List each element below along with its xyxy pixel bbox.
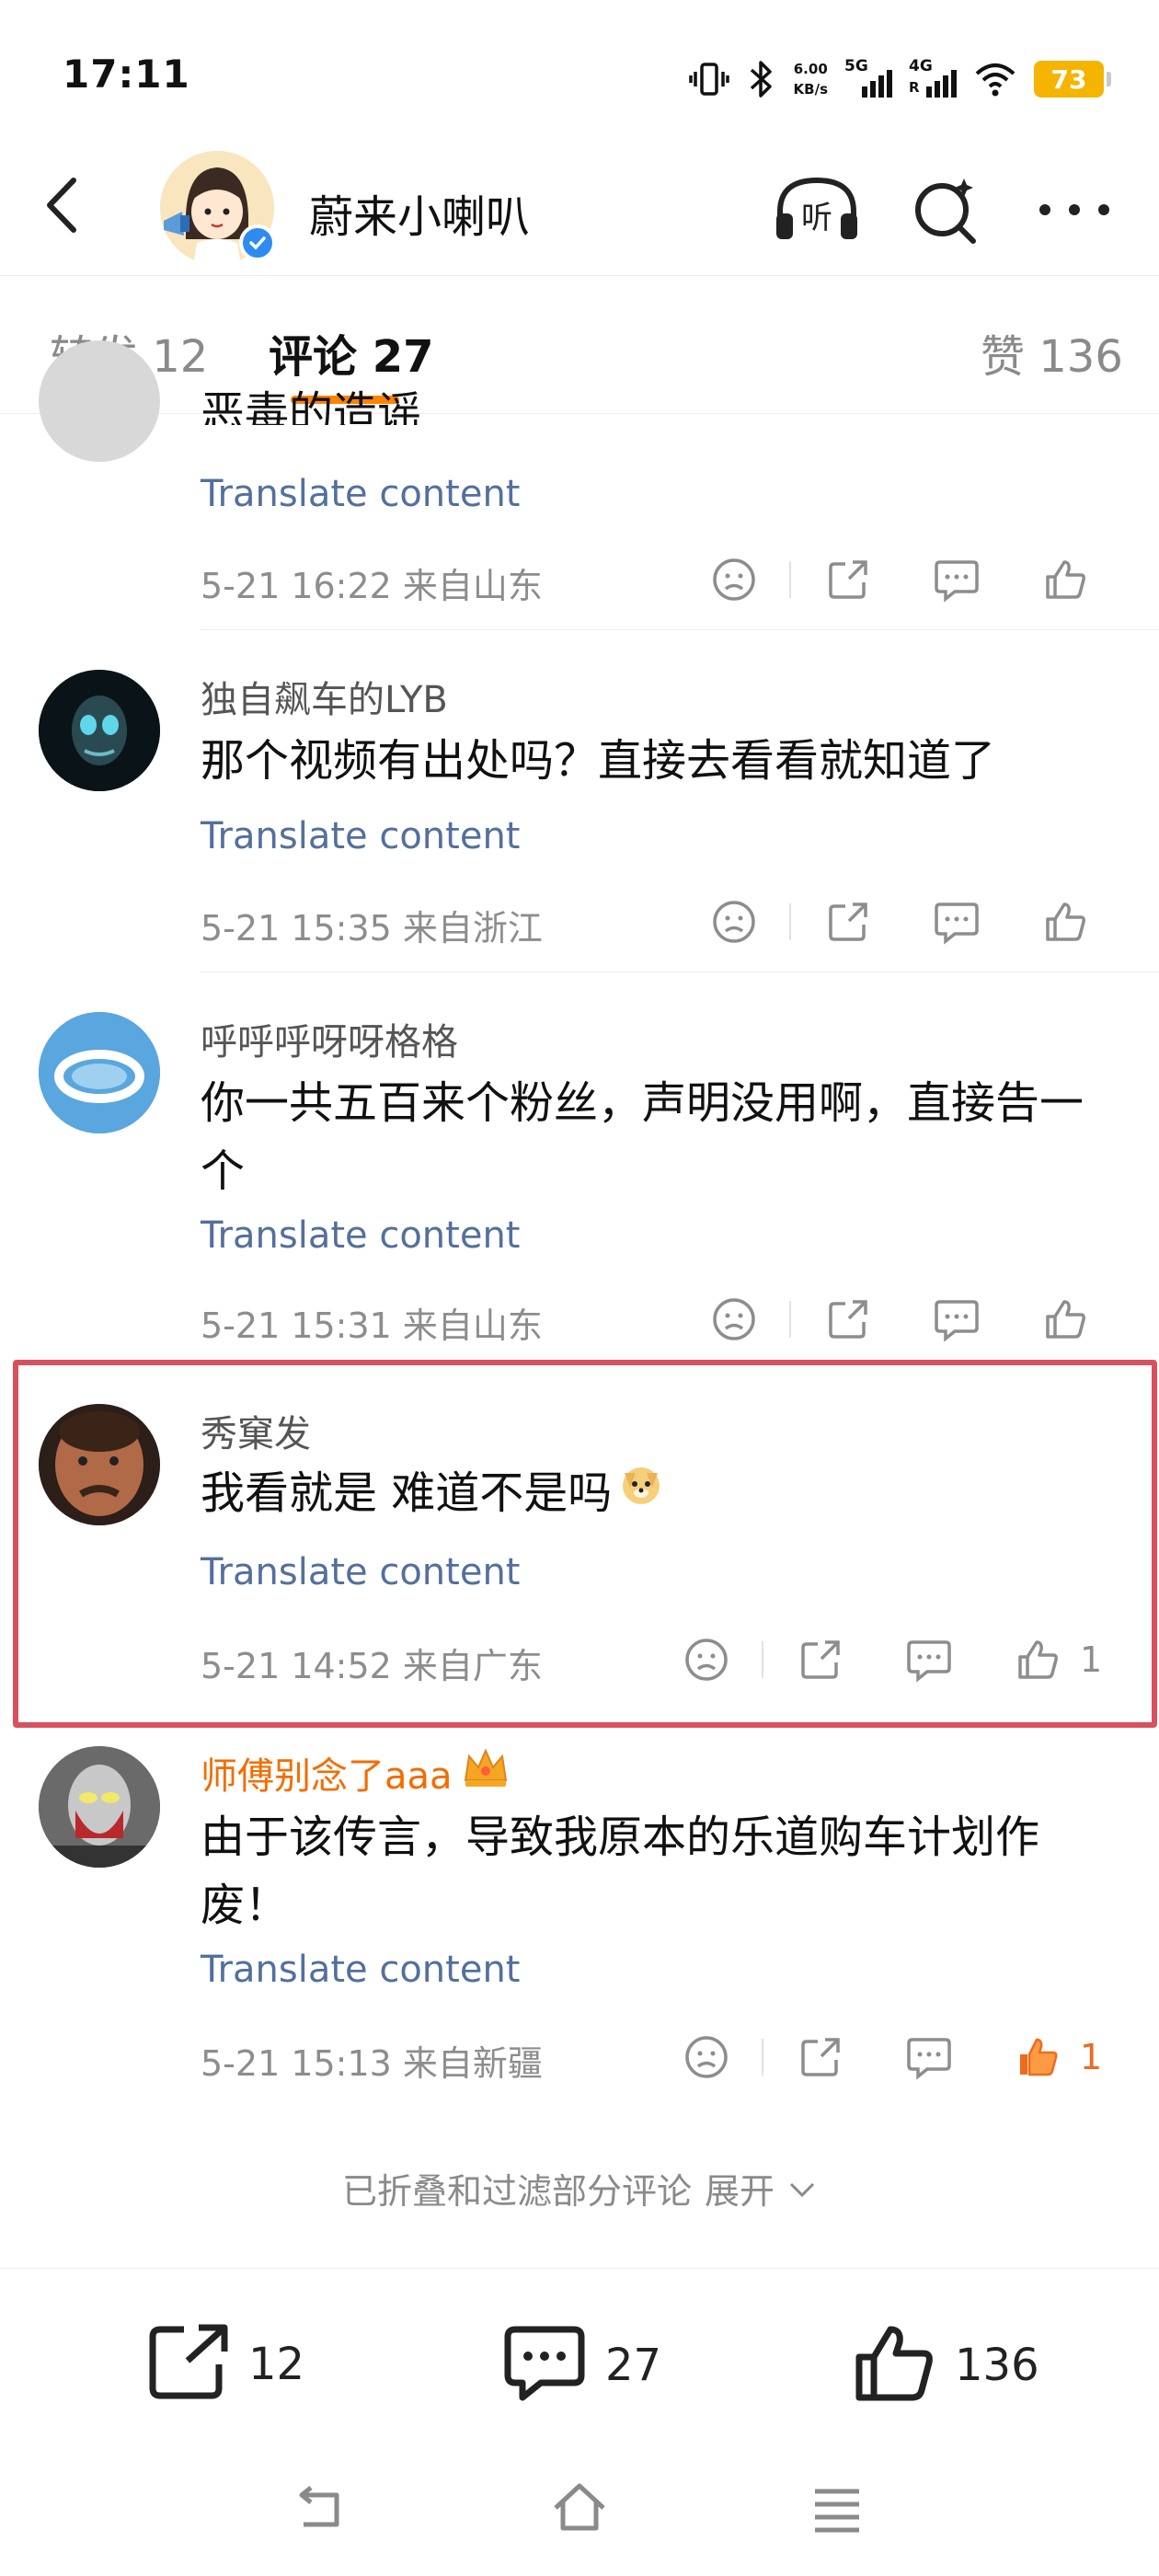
verified-badge-icon xyxy=(239,224,276,261)
bottom-action-bar: 12 27 136 xyxy=(0,2269,1159,2444)
dislike-icon[interactable] xyxy=(708,896,760,948)
system-nav-bar xyxy=(0,2444,1159,2576)
commenter-avatar[interactable] xyxy=(39,1746,160,1868)
signal-5g-icon: 5G xyxy=(844,57,892,98)
comment-icon xyxy=(502,2324,587,2407)
commenter-avatar[interactable] xyxy=(39,1012,160,1133)
like-post-button[interactable]: 136 xyxy=(854,2324,1039,2407)
comment-text: 你一共五百来个粉丝，声明没用啊，直接告一个 xyxy=(201,1077,1084,1197)
comment-text: 恶毒的造谣 xyxy=(201,387,422,425)
comment-meta: 5-21 15:35 来自浙江 xyxy=(201,908,543,949)
comment-meta: 5-21 16:22 来自山东 xyxy=(201,566,543,606)
like-count: 1 xyxy=(1080,2037,1103,2077)
reply-icon[interactable] xyxy=(931,554,982,605)
comment-meta: 5-21 15:13 来自新疆 xyxy=(201,2043,543,2084)
highlight-box xyxy=(13,1360,1157,1728)
comment-item: 呼呼呼呀呀格格 你一共五百来个粉丝，声明没用啊，直接告一个 Translate … xyxy=(0,973,1159,1371)
repost-button[interactable]: 12 xyxy=(147,2324,304,2405)
action-separator xyxy=(789,903,791,940)
share-icon[interactable] xyxy=(822,554,874,605)
comment-text: 那个视频有出处吗？直接去看看就知道了 xyxy=(201,735,996,787)
commenter-name[interactable]: 呼呼呼呀呀格格 xyxy=(201,1012,458,1065)
dislike-icon[interactable] xyxy=(708,1294,760,1345)
repost-icon xyxy=(147,2324,230,2405)
more-icon[interactable] xyxy=(1034,173,1109,247)
action-separator xyxy=(789,561,791,598)
folded-notice-text: 已折叠和过滤部分评论 xyxy=(341,2171,692,2212)
folded-comments-toggle[interactable]: 已折叠和过滤部分评论 展开 xyxy=(0,2109,1159,2269)
share-icon[interactable] xyxy=(795,2031,846,2083)
network-speed: 6.00 KB/s xyxy=(793,61,828,98)
liked-icon[interactable] xyxy=(1012,2031,1063,2083)
chevron-down-icon xyxy=(787,2168,817,2209)
search-icon[interactable] xyxy=(909,173,982,247)
reply-icon[interactable] xyxy=(931,896,982,948)
listen-icon[interactable]: 听 xyxy=(773,173,857,247)
comment-divider xyxy=(201,629,1159,630)
top-bar: 蔚来小喇叭 听 xyxy=(0,138,1159,276)
comment-actions: 1 xyxy=(681,2031,1159,2083)
comment-item: 师傅别念了aaa 由于该传言，导致我原本的乐道购车计划作废！ Translate… xyxy=(0,1726,1159,2109)
reply-icon[interactable] xyxy=(903,2031,955,2083)
translate-link[interactable]: Translate content xyxy=(201,473,520,515)
translate-link[interactable]: Translate content xyxy=(201,815,520,857)
vibrate-icon xyxy=(688,61,729,98)
action-separator xyxy=(789,1301,791,1338)
nav-home-icon[interactable] xyxy=(546,2475,613,2541)
comment-item: 独自飙车的LYB 那个视频有出处吗？直接去看看就知道了 Translate co… xyxy=(0,631,1159,973)
translate-link[interactable]: Translate content xyxy=(201,1214,520,1257)
like-icon[interactable] xyxy=(1039,896,1091,948)
status-icons: 6.00 KB/s 5G 4G R 73 xyxy=(688,53,1111,105)
comment-item: 恶毒的造谣 Translate content 5-21 16:22 来自山东 xyxy=(0,340,1159,631)
wifi-icon xyxy=(973,61,1017,98)
dislike-icon[interactable] xyxy=(708,554,760,605)
tab-likes[interactable]: 赞 136 xyxy=(981,320,1123,385)
commenter-name[interactable]: 独自飙车的LYB xyxy=(201,670,448,723)
comment-actions xyxy=(708,896,1159,948)
status-bar: 17:11 6.00 KB/s 5G 4G R 73 xyxy=(0,0,1159,138)
signal-4g-icon: 4G R xyxy=(909,57,957,98)
action-separator xyxy=(762,2039,763,2076)
commenter-name-row: 师傅别念了aaa xyxy=(201,1746,510,1800)
thumbs-up-icon xyxy=(854,2324,936,2407)
comment-actions xyxy=(708,554,1159,605)
bluetooth-icon xyxy=(746,59,777,99)
account-avatar[interactable] xyxy=(160,151,276,265)
share-icon[interactable] xyxy=(822,1294,874,1345)
svg-text:听: 听 xyxy=(801,200,832,236)
comment-meta: 5-21 15:31 来自山东 xyxy=(201,1305,543,1346)
comment-button[interactable]: 27 xyxy=(502,2324,661,2407)
like-icon[interactable] xyxy=(1039,1294,1091,1345)
share-icon[interactable] xyxy=(822,896,874,948)
vip-crown-icon xyxy=(462,1747,510,1799)
dislike-icon[interactable] xyxy=(681,2031,732,2083)
translate-link[interactable]: Translate content xyxy=(201,1949,520,1991)
comment-text: 由于该传言，导致我原本的乐道购车计划作废！ xyxy=(201,1811,1040,1931)
nav-back-icon[interactable] xyxy=(287,2475,353,2541)
tab-comments[interactable]: 评论 27 xyxy=(269,320,434,385)
like-count-total: 136 xyxy=(955,2340,1039,2391)
repost-count: 12 xyxy=(248,2339,305,2390)
reply-icon[interactable] xyxy=(931,1294,982,1345)
back-icon[interactable] xyxy=(39,173,94,237)
like-icon[interactable] xyxy=(1039,554,1091,605)
account-name[interactable]: 蔚来小喇叭 xyxy=(309,180,530,245)
expand-label[interactable]: 展开 xyxy=(705,2163,775,2214)
clock: 17:11 xyxy=(63,52,190,97)
comment-count: 27 xyxy=(605,2340,662,2391)
commenter-name[interactable]: 师傅别念了aaa xyxy=(201,1746,453,1800)
nav-recents-icon[interactable] xyxy=(804,2475,870,2541)
commenter-avatar[interactable] xyxy=(39,670,160,791)
comment-actions xyxy=(708,1294,1159,1345)
battery-indicator: 73 xyxy=(1034,61,1111,98)
commenter-avatar[interactable] xyxy=(39,340,160,462)
